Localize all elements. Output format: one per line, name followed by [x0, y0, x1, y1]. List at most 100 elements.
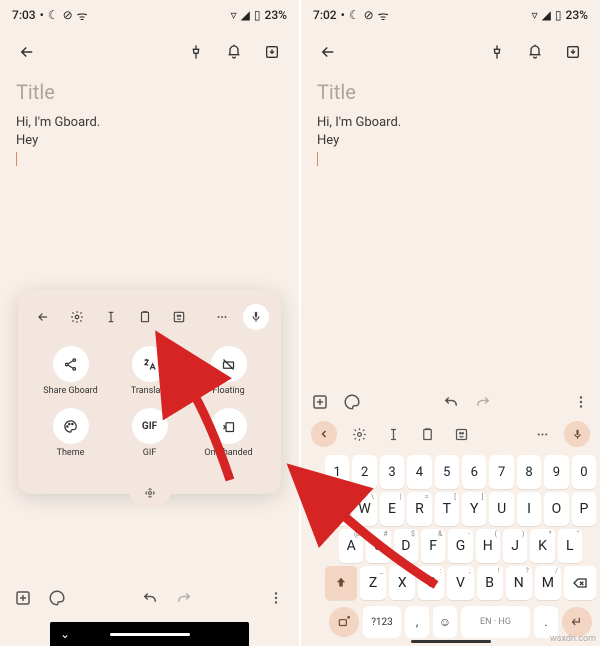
archive-button[interactable] [558, 37, 588, 67]
menu-floating[interactable]: Floating [192, 346, 265, 396]
symbols-key[interactable]: ?123 [363, 606, 401, 638]
back-button[interactable] [313, 37, 343, 67]
carrier-icon: ᯤ [378, 7, 389, 24]
key-i[interactable]: I [517, 492, 541, 526]
key-y[interactable]: Y] [462, 492, 486, 526]
key-q[interactable]: Q% [325, 492, 349, 526]
key-h[interactable]: H( [476, 529, 500, 563]
menu-one-handed[interactable]: One-handed [192, 408, 265, 458]
key-4[interactable]: 4 [407, 455, 431, 489]
key-6[interactable]: 6 [462, 455, 486, 489]
palette-button[interactable] [48, 589, 66, 607]
gboard-menu-toolbar [26, 300, 273, 340]
undo-button[interactable] [141, 589, 159, 607]
expand-keyboard-button[interactable] [303, 505, 323, 525]
key-m[interactable]: M/ [535, 566, 561, 600]
back-button[interactable] [12, 37, 42, 67]
overflow-button[interactable] [572, 393, 590, 411]
key-z[interactable]: Z_ [360, 566, 386, 600]
key-7[interactable]: 7 [489, 455, 513, 489]
kb-collapse-button[interactable] [311, 421, 337, 447]
key-9[interactable]: 9 [544, 455, 568, 489]
key-k[interactable]: K* [530, 529, 554, 563]
archive-button[interactable] [257, 37, 287, 67]
palette-button[interactable] [343, 393, 361, 411]
key-l[interactable]: L" [558, 529, 582, 563]
sticker-icon[interactable] [449, 422, 473, 446]
key-g[interactable]: G- [448, 529, 472, 563]
key-c[interactable]: C: [418, 566, 444, 600]
key-d[interactable]: D$ [394, 529, 418, 563]
key-2[interactable]: 2 [352, 455, 376, 489]
overflow-button[interactable] [267, 589, 285, 607]
emoji-key[interactable]: ☺ [433, 606, 457, 638]
dock-button[interactable] [329, 607, 359, 637]
key-u[interactable]: U [489, 492, 513, 526]
nav-pill[interactable] [110, 633, 190, 636]
battery-pct: 23% [566, 8, 588, 22]
text-select-icon[interactable] [381, 422, 405, 446]
body-line: Hi, I'm Gboard. [317, 114, 584, 132]
title-field[interactable]: Title [317, 80, 584, 104]
add-button[interactable] [311, 393, 329, 411]
key-b[interactable]: B! [477, 566, 503, 600]
space-key[interactable]: EN · HG [461, 606, 530, 638]
more-icon[interactable] [530, 422, 554, 446]
pin-button[interactable] [482, 37, 512, 67]
key-o[interactable]: O [544, 492, 568, 526]
settings-icon[interactable] [347, 422, 371, 446]
reminder-button[interactable] [219, 37, 249, 67]
key-5[interactable]: 5 [435, 455, 459, 489]
watermark: wsxdn.com [550, 634, 596, 644]
title-field[interactable]: Title [16, 80, 283, 104]
key-s[interactable]: S# [366, 529, 390, 563]
enter-key[interactable] [562, 607, 592, 637]
key-8[interactable]: 8 [517, 455, 541, 489]
key-a[interactable]: A@ [339, 529, 363, 563]
key-r[interactable]: R= [407, 492, 431, 526]
sticker-icon[interactable] [166, 304, 192, 330]
more-icon[interactable] [209, 304, 235, 330]
key-3[interactable]: 3 [380, 455, 404, 489]
key-v[interactable]: V; [447, 566, 473, 600]
redo-button[interactable] [474, 393, 492, 411]
nav-pill[interactable] [411, 640, 491, 643]
panel-back-button[interactable] [30, 304, 56, 330]
text-select-icon[interactable] [98, 304, 124, 330]
key-p[interactable]: P [572, 492, 596, 526]
reminder-button[interactable] [520, 37, 550, 67]
mic-button[interactable] [243, 304, 269, 330]
menu-theme[interactable]: Theme [34, 408, 107, 458]
keyboard-area: 1234567890 Q%W\E|R=T[Y]UIOP A@S#D$F&G-H(… [301, 387, 600, 646]
menu-translate[interactable]: Translate [113, 346, 186, 396]
undo-button[interactable] [442, 393, 460, 411]
key-n[interactable]: N? [506, 566, 532, 600]
key-x[interactable]: X' [389, 566, 415, 600]
shift-key[interactable] [325, 566, 357, 600]
clipboard-icon[interactable] [132, 304, 158, 330]
key-0[interactable]: 0 [572, 455, 596, 489]
key-w[interactable]: W\ [352, 492, 376, 526]
key-t[interactable]: T[ [435, 492, 459, 526]
key-f[interactable]: F& [421, 529, 445, 563]
status-bar: 7:03 • ☾ ⊘ ᯤ ▿ ◢ ▯ 23% [0, 0, 299, 30]
app-bar [0, 30, 299, 74]
text-cursor [317, 152, 318, 166]
mic-button[interactable] [564, 421, 590, 447]
add-button[interactable] [14, 589, 32, 607]
settings-icon[interactable] [64, 304, 90, 330]
key-e[interactable]: E| [380, 492, 404, 526]
key-1[interactable]: 1 [325, 455, 349, 489]
key-j[interactable]: J) [503, 529, 527, 563]
keyboard-hide-icon[interactable]: ⌄ [60, 627, 70, 641]
battery-icon: ▯ [555, 8, 562, 22]
menu-share-gboard[interactable]: Share Gboard [34, 346, 107, 396]
clipboard-icon[interactable] [415, 422, 439, 446]
backspace-key[interactable] [564, 566, 596, 600]
dot-icon: • [40, 8, 44, 22]
pin-button[interactable] [181, 37, 211, 67]
menu-gif[interactable]: GIF GIF [113, 408, 186, 458]
redo-button[interactable] [175, 589, 193, 607]
comma-key[interactable]: , [405, 606, 429, 638]
keyboard: 1234567890 Q%W\E|R=T[Y]UIOP A@S#D$F&G-H(… [301, 453, 600, 646]
